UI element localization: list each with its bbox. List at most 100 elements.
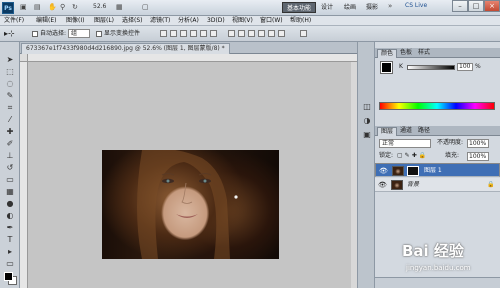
auto-select-value: 组 — [71, 30, 78, 37]
adjustments-panel-icon[interactable]: ◑ — [362, 116, 372, 126]
menu-3d[interactable]: 3D(D) — [207, 17, 225, 25]
distribute-left-icon[interactable] — [258, 30, 265, 37]
k-channel-slider[interactable] — [407, 65, 455, 70]
tab-layers[interactable]: 图层 — [377, 127, 398, 136]
cs-live[interactable]: CS Live — [405, 2, 427, 9]
auto-select-label: 自动选择: — [40, 30, 67, 37]
workspace-painting[interactable]: 绘画 — [340, 2, 360, 13]
document-tab-bar: 673367e1f7433f980d4d216890.jpg @ 52.6% (… — [20, 42, 357, 54]
path-select-tool-icon[interactable]: ▸ — [4, 246, 16, 257]
window-controls: – □ × — [452, 0, 500, 12]
bridge-icon[interactable]: ▣ — [20, 3, 27, 12]
gradient-tool-icon[interactable]: ▦ — [4, 186, 16, 197]
tab-swatches[interactable]: 色板 — [397, 49, 415, 58]
menu-view[interactable]: 视图(V) — [232, 17, 253, 25]
portrait-image[interactable] — [102, 150, 279, 259]
lasso-tool-icon[interactable]: ◌ — [4, 78, 16, 89]
type-tool-icon[interactable]: T — [4, 234, 16, 245]
canvas-area[interactable] — [28, 62, 357, 288]
k-channel-value[interactable]: 100 — [457, 63, 473, 71]
hand-tool-icon[interactable]: ✋ — [48, 3, 57, 12]
panel-icon-strip: ◫ ◑ ▣ — [357, 42, 375, 288]
zoom-level[interactable]: 52.6 — [93, 3, 106, 10]
menu-analysis[interactable]: 分析(A) — [178, 17, 199, 25]
auto-select-checkbox[interactable] — [32, 31, 38, 37]
align-left-icon[interactable] — [190, 30, 197, 37]
more-workspaces-icon[interactable]: » — [388, 2, 392, 11]
quick-select-tool-icon[interactable]: ✎ — [4, 90, 16, 101]
marquee-tool-icon[interactable]: ⬚ — [4, 66, 16, 77]
masks-panel-icon[interactable]: ▣ — [362, 130, 372, 140]
tab-channels[interactable]: 通道 — [397, 127, 415, 136]
brush-tool-icon[interactable]: ✐ — [4, 138, 16, 149]
menu-help[interactable]: 帮助(H) — [290, 17, 311, 25]
color-panel-foreground-swatch[interactable] — [380, 61, 393, 74]
pen-tool-icon[interactable]: ✒ — [4, 222, 16, 233]
distribute-vcenter-icon[interactable] — [238, 30, 245, 37]
distribute-hcenter-icon[interactable] — [268, 30, 275, 37]
watermark-brand: Bai 经验 — [402, 242, 464, 260]
align-top-icon[interactable] — [160, 30, 167, 37]
dodge-tool-icon[interactable]: ◐ — [4, 210, 16, 221]
menu-select[interactable]: 选择(S) — [122, 17, 143, 25]
foreground-color-swatch[interactable] — [4, 272, 13, 281]
align-hcenter-icon[interactable] — [200, 30, 207, 37]
lock-icons[interactable]: ▢✎✚🔒 — [397, 152, 428, 160]
show-transform-checkbox[interactable] — [96, 31, 102, 37]
rotate-view-icon[interactable]: ↻ — [72, 3, 78, 12]
fill-input[interactable]: 100% — [467, 152, 489, 161]
menu-image[interactable]: 图像(I) — [66, 17, 84, 25]
color-panel-tabs: 颜色 色板 样式 — [375, 48, 500, 58]
opacity-input[interactable]: 100% — [467, 139, 489, 148]
eraser-tool-icon[interactable]: ▭ — [4, 174, 16, 185]
eye-icon[interactable]: 👁 — [378, 181, 387, 189]
blend-mode-dropdown[interactable]: 正常 — [379, 139, 431, 148]
align-vcenter-icon[interactable] — [170, 30, 177, 37]
history-panel-icon[interactable]: ◫ — [362, 102, 372, 112]
screen-mode-icon[interactable]: ▢ — [142, 3, 149, 12]
tab-styles[interactable]: 样式 — [415, 49, 433, 58]
crop-tool-icon[interactable]: ⌗ — [4, 102, 16, 113]
close-icon[interactable]: × — [484, 0, 500, 12]
blend-opacity-row: 正常 不透明度: 100% — [375, 137, 500, 149]
align-bottom-icon[interactable] — [180, 30, 187, 37]
menu-layer[interactable]: 图层(L) — [94, 17, 114, 25]
minibridge-icon[interactable]: ▤ — [34, 3, 41, 12]
align-right-icon[interactable] — [210, 30, 217, 37]
workspace-photography[interactable]: 摄影 — [362, 2, 382, 13]
healing-brush-tool-icon[interactable]: ✚ — [4, 126, 16, 137]
history-brush-tool-icon[interactable]: ↺ — [4, 162, 16, 173]
eye-icon[interactable]: 👁 — [379, 167, 388, 175]
minimize-icon[interactable]: – — [452, 0, 468, 12]
workspace-design[interactable]: 设计 — [317, 2, 337, 13]
shape-tool-icon[interactable]: ▭ — [4, 258, 16, 269]
horizontal-ruler — [28, 54, 357, 62]
move-tool-icon[interactable]: ➤ — [4, 54, 16, 65]
tab-paths[interactable]: 路径 — [415, 127, 433, 136]
eyedropper-tool-icon[interactable]: ⁄ — [4, 114, 16, 125]
move-tool-preset-icon[interactable]: ▸⊹ — [4, 30, 15, 38]
distribute-bottom-icon[interactable] — [248, 30, 255, 37]
menu-filter[interactable]: 滤镜(T) — [150, 17, 170, 25]
clone-stamp-tool-icon[interactable]: ⊥ — [4, 150, 16, 161]
workspace-essentials[interactable]: 基本功能 — [282, 2, 317, 13]
tab-color[interactable]: 颜色 — [377, 49, 398, 58]
layer-row[interactable]: 👁 图层 1 — [375, 163, 500, 177]
menu-file[interactable]: 文件(F) — [4, 17, 24, 25]
maximize-icon[interactable]: □ — [468, 0, 484, 12]
auto-align-icon[interactable] — [300, 30, 307, 37]
options-bar: ▸⊹ 自动选择: 组 显示变换控件 — [0, 26, 500, 42]
zoom-tool-icon[interactable]: ⚲ — [60, 3, 65, 12]
document-tab[interactable]: 673367e1f7433f980d4d216890.jpg @ 52.6% (… — [21, 43, 230, 54]
arrange-documents-icon[interactable]: ▦ — [116, 3, 123, 12]
menu-edit[interactable]: 编辑(E) — [36, 17, 56, 25]
distribute-right-icon[interactable] — [278, 30, 285, 37]
layer-mask-thumbnail[interactable] — [407, 166, 419, 176]
auto-select-dropdown[interactable]: 组 — [68, 29, 90, 38]
blur-tool-icon[interactable]: ● — [4, 198, 16, 209]
distribute-top-icon[interactable] — [228, 30, 235, 37]
layer-row[interactable]: 👁 背景 🔒 — [375, 178, 500, 192]
color-spectrum-bar[interactable] — [379, 102, 495, 110]
menu-window[interactable]: 窗口(W) — [260, 17, 283, 25]
watermark-url: jingyan.baidu.com — [406, 264, 471, 272]
